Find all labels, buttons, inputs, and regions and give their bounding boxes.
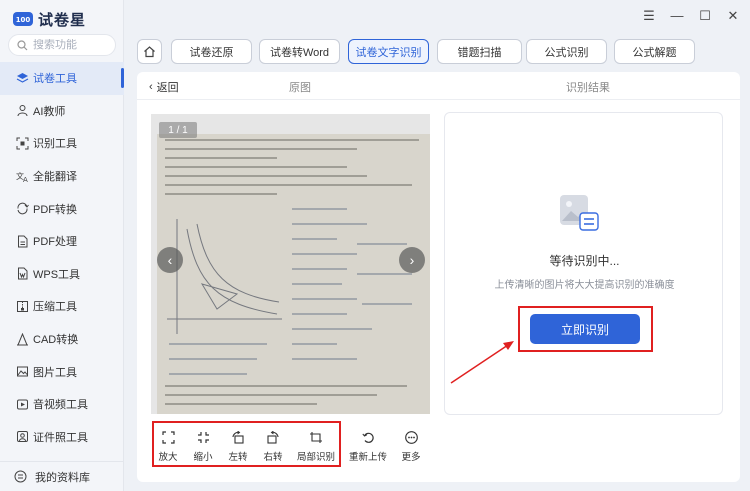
- sidebar-item-id-photo-tools[interactable]: 证件照工具: [0, 421, 124, 454]
- tab-text-recognition[interactable]: 试卷文字识别: [348, 39, 429, 64]
- more-button[interactable]: 更多: [391, 427, 431, 465]
- sidebar-item-label: 全能翻译: [33, 171, 77, 184]
- cad-icon: [16, 332, 29, 346]
- translate-icon: 文A: [16, 170, 29, 183]
- search-icon: [17, 39, 28, 50]
- page-indicator: 1 / 1: [159, 122, 197, 138]
- wps-icon: [16, 267, 29, 280]
- home-icon: [144, 46, 155, 58]
- sidebar-item-label: 音视频工具: [33, 399, 88, 412]
- tool-label: 更多: [401, 452, 421, 463]
- app-logo: 100 试卷星: [12, 8, 86, 30]
- sidebar-item-label: WPS工具: [33, 268, 81, 281]
- sidebar-item-media-tools[interactable]: 音视频工具: [0, 388, 124, 421]
- sub-header: ‹ 返回 原图 识别结果: [137, 72, 740, 100]
- sidebar-item-translate[interactable]: 文A 全能翻译: [0, 160, 124, 193]
- teacher-icon: [16, 104, 29, 117]
- tab-formula-recognition[interactable]: 公式识别: [526, 39, 607, 64]
- prev-image-button[interactable]: ‹: [157, 247, 183, 273]
- sidebar-item-exam-tools[interactable]: 试卷工具: [0, 62, 124, 95]
- window-controls: ☰ — ☐ ✕: [642, 8, 740, 24]
- home-button[interactable]: [137, 39, 162, 64]
- sidebar-item-pdf-convert[interactable]: PDF转换: [0, 192, 124, 225]
- sidebar-item-label: 证件照工具: [33, 431, 88, 444]
- image-icon: [16, 365, 29, 378]
- tab-mistake-scan[interactable]: 错题扫描: [437, 39, 522, 64]
- highlight-box-recognize: [518, 306, 653, 352]
- highlight-box-toolbar: [152, 421, 341, 467]
- minimize-icon[interactable]: —: [670, 8, 684, 24]
- logo-icon: 100: [12, 10, 34, 28]
- original-image-header: 原图: [289, 82, 311, 94]
- sidebar: 100 试卷星 试卷工具 AI教师 识别工具 文A: [0, 0, 124, 491]
- result-panel: 等待识别中... 上传清晰的图片将大大提高识别的准确度 立即识别: [444, 112, 723, 415]
- image-preview[interactable]: 1 / 1 ‹ ›: [151, 114, 430, 414]
- sidebar-item-image-tools[interactable]: 图片工具: [0, 355, 124, 388]
- maximize-icon[interactable]: ☐: [698, 8, 712, 24]
- sidebar-item-label: PDF转换: [33, 203, 77, 216]
- library-label: 我的资料库: [35, 471, 90, 484]
- sidebar-item-label: 试卷工具: [33, 73, 77, 86]
- sidebar-item-wps-tools[interactable]: WPS工具: [0, 258, 124, 291]
- svg-text:100: 100: [16, 16, 31, 24]
- menu-icon: [14, 470, 27, 483]
- sidebar-item-cad-convert[interactable]: CAD转换: [0, 323, 124, 356]
- sidebar-item-label: 图片工具: [33, 366, 77, 379]
- back-label: 返回: [156, 82, 179, 94]
- more-icon: [404, 427, 418, 447]
- sidebar-item-label: 压缩工具: [33, 301, 77, 314]
- exam-photo: [157, 134, 430, 414]
- tab-to-word[interactable]: 试卷转Word: [259, 39, 340, 64]
- convert-icon: [16, 202, 29, 215]
- tool-label: 重新上传: [348, 452, 387, 463]
- result-header: 识别结果: [566, 82, 610, 94]
- waiting-image-icon: [558, 193, 600, 233]
- sidebar-item-pdf-process[interactable]: PDF处理: [0, 225, 124, 258]
- waiting-status-text: 等待识别中...: [549, 254, 620, 268]
- tab-formula-solve[interactable]: 公式解题: [614, 39, 695, 64]
- reupload-button[interactable]: 重新上传: [348, 427, 388, 465]
- reupload-icon: [361, 427, 375, 447]
- close-icon[interactable]: ✕: [726, 8, 740, 24]
- settings-menu-icon[interactable]: ☰: [642, 8, 656, 24]
- scan-icon: [16, 137, 29, 150]
- search-input[interactable]: [33, 39, 113, 51]
- chevron-left-icon: ‹: [167, 252, 173, 268]
- id-photo-icon: [16, 430, 29, 443]
- sidebar-item-label: 识别工具: [33, 138, 77, 151]
- main-panel: ‹ 返回 原图 识别结果 1 / 1 ‹ › 等待识别中... 上传清晰的图片将…: [137, 72, 740, 482]
- upload-hint-text: 上传清晰的图片将大大提高识别的准确度: [494, 280, 675, 291]
- sidebar-item-label: PDF处理: [33, 236, 77, 249]
- media-icon: [16, 398, 29, 411]
- layers-icon: [16, 72, 29, 85]
- sidebar-item-label: AI教师: [33, 105, 66, 118]
- pdf-icon: [16, 235, 29, 248]
- chevron-left-icon: ‹: [149, 81, 153, 93]
- app-title: 试卷星: [38, 11, 87, 29]
- compress-icon: [16, 300, 29, 313]
- chevron-right-icon: ›: [409, 252, 415, 268]
- svg-text:A: A: [23, 176, 28, 183]
- sidebar-item-label: CAD转换: [33, 334, 79, 347]
- sidebar-item-recognition-tools[interactable]: 识别工具: [0, 127, 124, 160]
- sidebar-item-compress-tools[interactable]: 压缩工具: [0, 290, 124, 323]
- tab-restore[interactable]: 试卷还原: [171, 39, 252, 64]
- sidebar-item-ai-teacher[interactable]: AI教师: [0, 95, 124, 128]
- my-library-button[interactable]: 我的资料库: [0, 461, 124, 491]
- back-button[interactable]: ‹ 返回: [149, 79, 179, 95]
- search-box[interactable]: [8, 34, 116, 56]
- sidebar-nav: 试卷工具 AI教师 识别工具 文A 全能翻译 PDF转换 PDF处理 WPS工具…: [0, 62, 124, 453]
- next-image-button[interactable]: ›: [399, 247, 425, 273]
